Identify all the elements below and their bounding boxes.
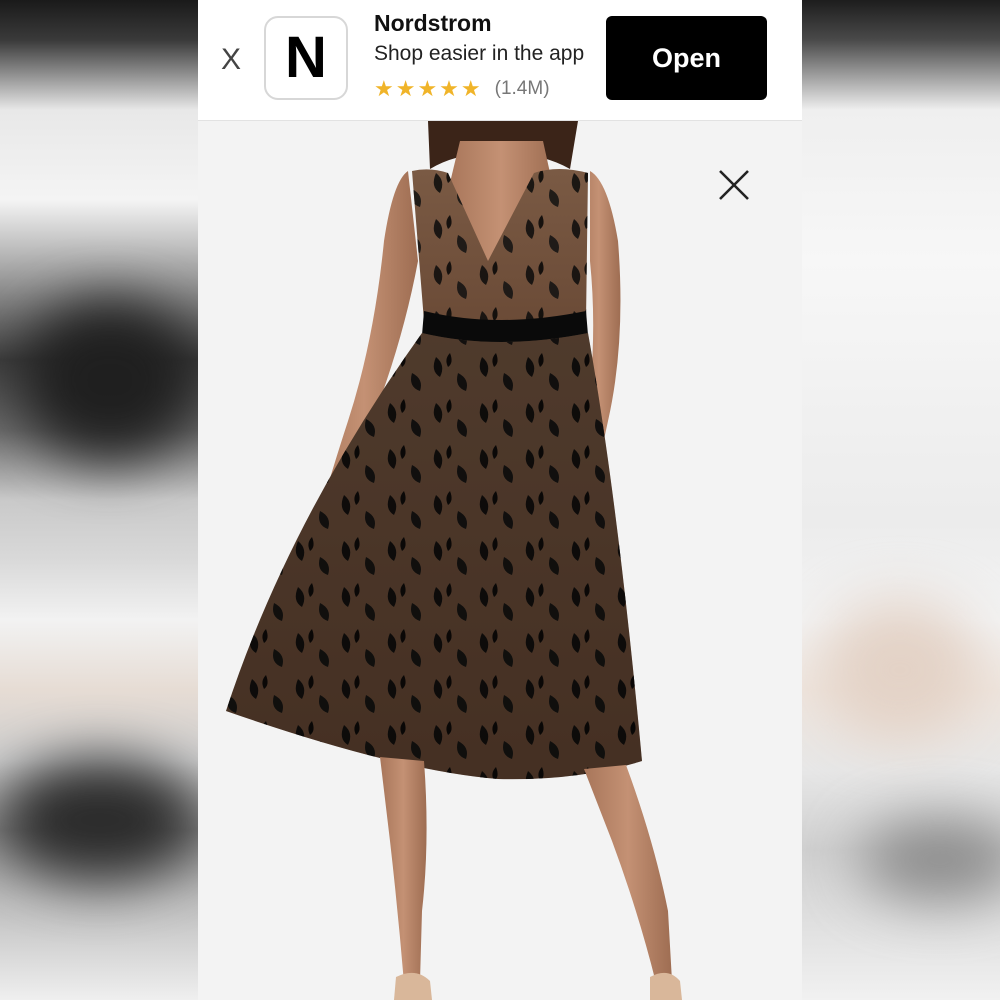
dress-photo-illustration xyxy=(226,121,682,1000)
open-app-button[interactable]: Open xyxy=(606,16,767,100)
blurred-background-left xyxy=(0,0,200,1000)
left-shoe xyxy=(394,972,432,1000)
close-icon: X xyxy=(220,43,241,76)
app-name: Nordstrom xyxy=(374,10,492,36)
blur-shape xyxy=(20,300,200,460)
nordstrom-logo-icon: N xyxy=(285,25,327,90)
star-rating-icon: ★★★★★ xyxy=(374,76,483,101)
app-tagline: Shop easier in the app xyxy=(374,42,585,65)
left-leg xyxy=(380,757,427,983)
app-install-banner: X N Nordstrom Shop easier in the app ★★★… xyxy=(198,0,802,121)
blurred-background-right xyxy=(800,0,1000,1000)
banner-close-button[interactable]: X xyxy=(216,42,246,78)
right-leg xyxy=(584,765,672,983)
blur-shape xyxy=(820,600,980,740)
app-rating: ★★★★★ (1.4M) xyxy=(374,76,550,102)
close-icon xyxy=(719,170,749,200)
blur-shape xyxy=(860,820,1000,900)
app-icon: N xyxy=(264,16,348,100)
phone-screen: X N Nordstrom Shop easier in the app ★★★… xyxy=(198,0,802,1000)
rating-count: (1.4M) xyxy=(494,78,550,99)
photo-close-button[interactable] xyxy=(714,165,754,205)
blur-shape xyxy=(0,760,200,880)
skirt-tulle xyxy=(226,333,642,780)
right-shoe xyxy=(650,972,682,1000)
product-photo xyxy=(198,121,802,1000)
